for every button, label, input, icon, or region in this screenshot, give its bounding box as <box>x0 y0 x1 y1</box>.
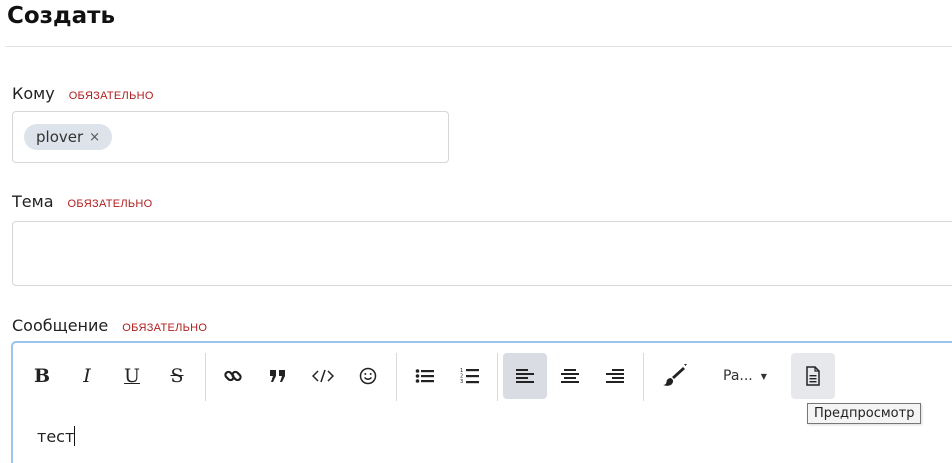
numbered-list-icon: 1 2 3 <box>460 368 479 385</box>
bold-icon: B <box>33 365 51 387</box>
recipient-chip-label: plover <box>36 128 84 146</box>
bullet-list-icon <box>415 369 434 383</box>
underline-button[interactable]: U <box>110 353 154 399</box>
toolbar-separator <box>205 353 206 401</box>
align-right-button[interactable] <box>593 353 637 399</box>
text-color-button[interactable] <box>653 353 697 399</box>
svg-text:3: 3 <box>460 379 463 385</box>
align-center-button[interactable] <box>548 353 592 399</box>
italic-icon: I <box>83 365 91 387</box>
message-content[interactable]: тест <box>37 426 76 446</box>
toolbar-separator <box>497 353 498 401</box>
recipient-chip: plover × <box>24 124 113 150</box>
paragraph-format-select[interactable]: Pa... ▼ <box>723 353 767 399</box>
link-icon <box>224 370 242 382</box>
emoji-button[interactable] <box>346 353 390 399</box>
message-label: Сообщение <box>12 316 109 335</box>
page-title: Создать <box>7 3 116 29</box>
chip-remove-icon[interactable]: × <box>89 130 100 145</box>
message-text: тест <box>37 427 75 446</box>
align-right-icon <box>606 369 624 383</box>
chevron-down-icon: ▼ <box>760 371 767 381</box>
strikethrough-button[interactable]: S <box>155 353 199 399</box>
bullet-list-button[interactable] <box>403 353 447 399</box>
to-input[interactable]: plover × <box>12 111 449 163</box>
to-required-badge: ОБЯЗАТЕЛЬНО <box>68 90 154 102</box>
strikethrough-icon: S <box>170 365 184 387</box>
align-left-icon <box>516 369 534 383</box>
text-cursor <box>74 426 76 446</box>
document-icon <box>806 366 820 386</box>
subject-field-label-row: Тема ОБЯЗАТЕЛЬНО <box>12 192 153 211</box>
title-divider <box>5 46 952 47</box>
toolbar-separator <box>396 353 397 401</box>
link-button[interactable] <box>211 353 255 399</box>
to-field-label-row: Кому ОБЯЗАТЕЛЬНО <box>12 84 154 103</box>
subject-required-badge: ОБЯЗАТЕЛЬНО <box>67 198 153 210</box>
paintbrush-icon <box>663 364 687 386</box>
message-required-badge: ОБЯЗАТЕЛЬНО <box>122 322 208 334</box>
paragraph-format-label: Pa... <box>723 368 753 384</box>
code-icon <box>312 369 334 383</box>
code-button[interactable] <box>301 353 345 399</box>
numbered-list-button[interactable]: 1 2 3 <box>448 353 492 399</box>
preview-button[interactable] <box>791 353 835 399</box>
emoji-icon <box>359 367 377 385</box>
align-left-button[interactable] <box>503 353 547 399</box>
italic-button[interactable]: I <box>65 353 109 399</box>
quote-icon <box>270 370 285 382</box>
bold-button[interactable]: B <box>20 353 64 399</box>
message-field-label-row: Сообщение ОБЯЗАТЕЛЬНО <box>12 316 207 335</box>
editor-toolbar: B I U S 1 2 3 Pa... ▼ <box>13 351 952 401</box>
toolbar-separator <box>643 353 644 401</box>
subject-input[interactable] <box>12 221 952 286</box>
quote-button[interactable] <box>256 353 300 399</box>
subject-label: Тема <box>12 192 54 211</box>
align-center-icon <box>561 369 579 383</box>
message-editor[interactable]: B I U S 1 2 3 Pa... ▼ тест <box>11 341 952 463</box>
underline-icon: U <box>123 365 140 387</box>
to-label: Кому <box>12 84 55 103</box>
preview-tooltip: Предпросмотр <box>807 403 922 424</box>
compose-page: Создать Кому ОБЯЗАТЕЛЬНО plover × Тема О… <box>0 0 952 463</box>
